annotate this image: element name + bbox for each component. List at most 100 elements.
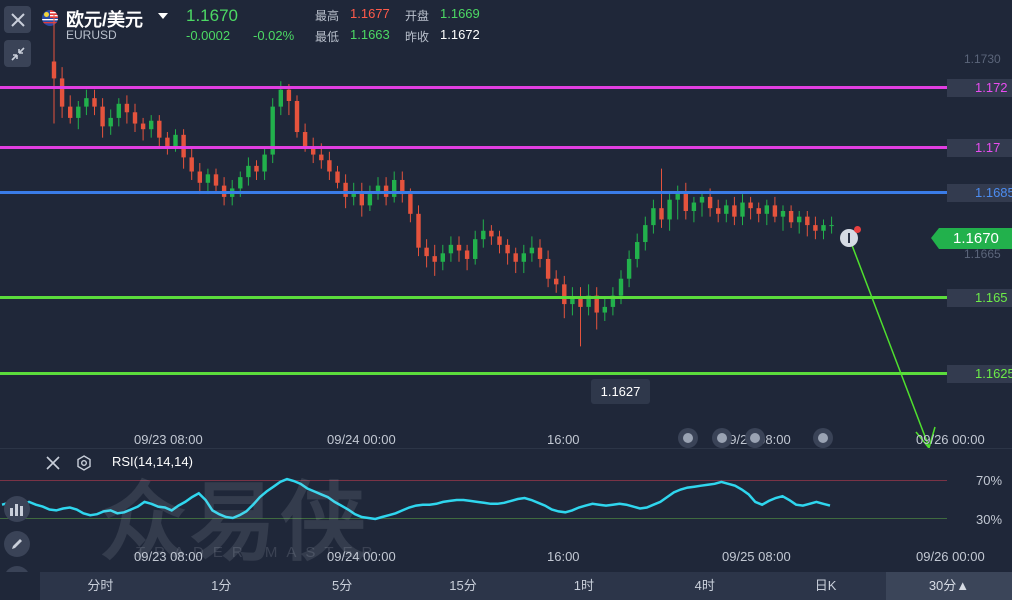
candle — [124, 95, 130, 124]
candle — [748, 196, 753, 220]
candle — [699, 191, 705, 217]
candle — [626, 250, 632, 288]
price-line-1165[interactable] — [0, 296, 947, 299]
tab-timeshare[interactable]: 分时 — [40, 572, 161, 600]
candle — [594, 287, 599, 330]
tab-30min-active[interactable]: 30分▲ — [886, 572, 1012, 600]
rsi-time-label: 09/25 08:00 — [722, 549, 791, 564]
watermark-subtitle: TRADER MASTER — [136, 544, 382, 561]
time-label: 09/23 08:00 — [134, 432, 203, 447]
marker-dot-button[interactable] — [745, 428, 765, 448]
candle — [513, 247, 518, 274]
marker-dot-button[interactable] — [678, 428, 698, 448]
candle — [108, 109, 113, 135]
time-label: 09/24 00:00 — [327, 432, 396, 447]
candle — [351, 182, 356, 206]
price-line-label: 1.1685 — [947, 184, 1012, 202]
period-tabbar: 分时 1分 5分 15分 1时 4时 日K — [40, 572, 886, 600]
rsi-lower-label: 30% — [976, 512, 1003, 527]
candle — [691, 196, 697, 223]
candle — [521, 244, 526, 274]
bar-chart-icon — [10, 504, 23, 516]
candle — [335, 165, 340, 189]
price-line-117[interactable] — [0, 146, 947, 149]
candle — [602, 298, 607, 322]
axis-tick: 1.1730 — [964, 52, 1001, 66]
candle — [197, 163, 202, 195]
candle — [740, 194, 745, 226]
price-line-1172[interactable] — [0, 86, 947, 89]
time-label: 16:00 — [547, 432, 580, 447]
candle — [59, 67, 65, 118]
candle — [643, 216, 648, 251]
tab-4hour[interactable]: 4时 — [644, 572, 765, 600]
candle — [473, 230, 478, 265]
candle — [821, 219, 826, 240]
pencil-icon — [12, 539, 22, 549]
candle — [667, 191, 672, 231]
candle — [92, 89, 97, 116]
marker-dot-button[interactable] — [712, 428, 732, 448]
candle — [456, 236, 462, 262]
candle — [724, 199, 729, 223]
candle — [246, 157, 251, 186]
candle — [529, 236, 535, 262]
rsi-time-label: 09/26 00:00 — [916, 549, 985, 564]
candle — [132, 103, 138, 133]
indicator-button[interactable] — [4, 496, 30, 522]
candle — [618, 270, 624, 305]
candle — [797, 211, 802, 234]
candle — [570, 287, 575, 316]
candle — [213, 168, 219, 192]
tab-5min[interactable]: 5分 — [282, 572, 403, 600]
tab-1hour[interactable]: 1时 — [523, 572, 644, 600]
marker-dot-button[interactable] — [813, 428, 833, 448]
rsi-time-label: 16:00 — [547, 549, 580, 564]
candle — [586, 284, 591, 316]
price-line-11685[interactable] — [0, 191, 947, 194]
candle — [68, 95, 73, 124]
candle — [764, 199, 769, 226]
candle — [311, 137, 316, 164]
candle — [254, 160, 259, 180]
tab-15min[interactable]: 15分 — [403, 572, 524, 600]
candle — [545, 250, 551, 288]
price-line-11625[interactable] — [0, 372, 947, 375]
axis-tick: 1.1665 — [964, 247, 1001, 261]
candle — [400, 171, 405, 203]
candle — [140, 117, 146, 141]
low-price-tag: 1.1627 — [591, 379, 650, 404]
tab-1min[interactable]: 1分 — [161, 572, 282, 600]
candle — [732, 196, 737, 226]
candle — [76, 100, 81, 130]
candle — [392, 171, 397, 203]
candle — [780, 205, 786, 231]
tab-daily[interactable]: 日K — [765, 572, 886, 600]
candle — [813, 216, 818, 240]
candle — [683, 182, 688, 220]
candle — [448, 236, 454, 262]
candle — [359, 182, 364, 217]
draw-button[interactable] — [4, 531, 30, 557]
candle — [659, 168, 664, 228]
candlestick-chart[interactable] — [0, 0, 947, 420]
candle — [481, 219, 486, 248]
candle — [262, 146, 267, 180]
candle — [651, 199, 656, 234]
time-label: 09/26 00:00 — [916, 432, 985, 447]
price-line-label: 1.17 — [947, 139, 1012, 157]
trend-arrow[interactable] — [830, 220, 950, 455]
candle — [554, 270, 559, 293]
candle — [505, 239, 510, 265]
candle — [294, 95, 300, 138]
tabbar-gap — [0, 572, 40, 600]
candle — [805, 211, 810, 237]
candle — [367, 185, 373, 211]
candle — [635, 233, 640, 268]
candle — [424, 239, 429, 268]
candle — [116, 98, 121, 127]
candle — [610, 287, 616, 316]
price-line-label: 1.1625 — [947, 365, 1012, 383]
candle — [489, 225, 494, 245]
candle — [157, 115, 162, 147]
